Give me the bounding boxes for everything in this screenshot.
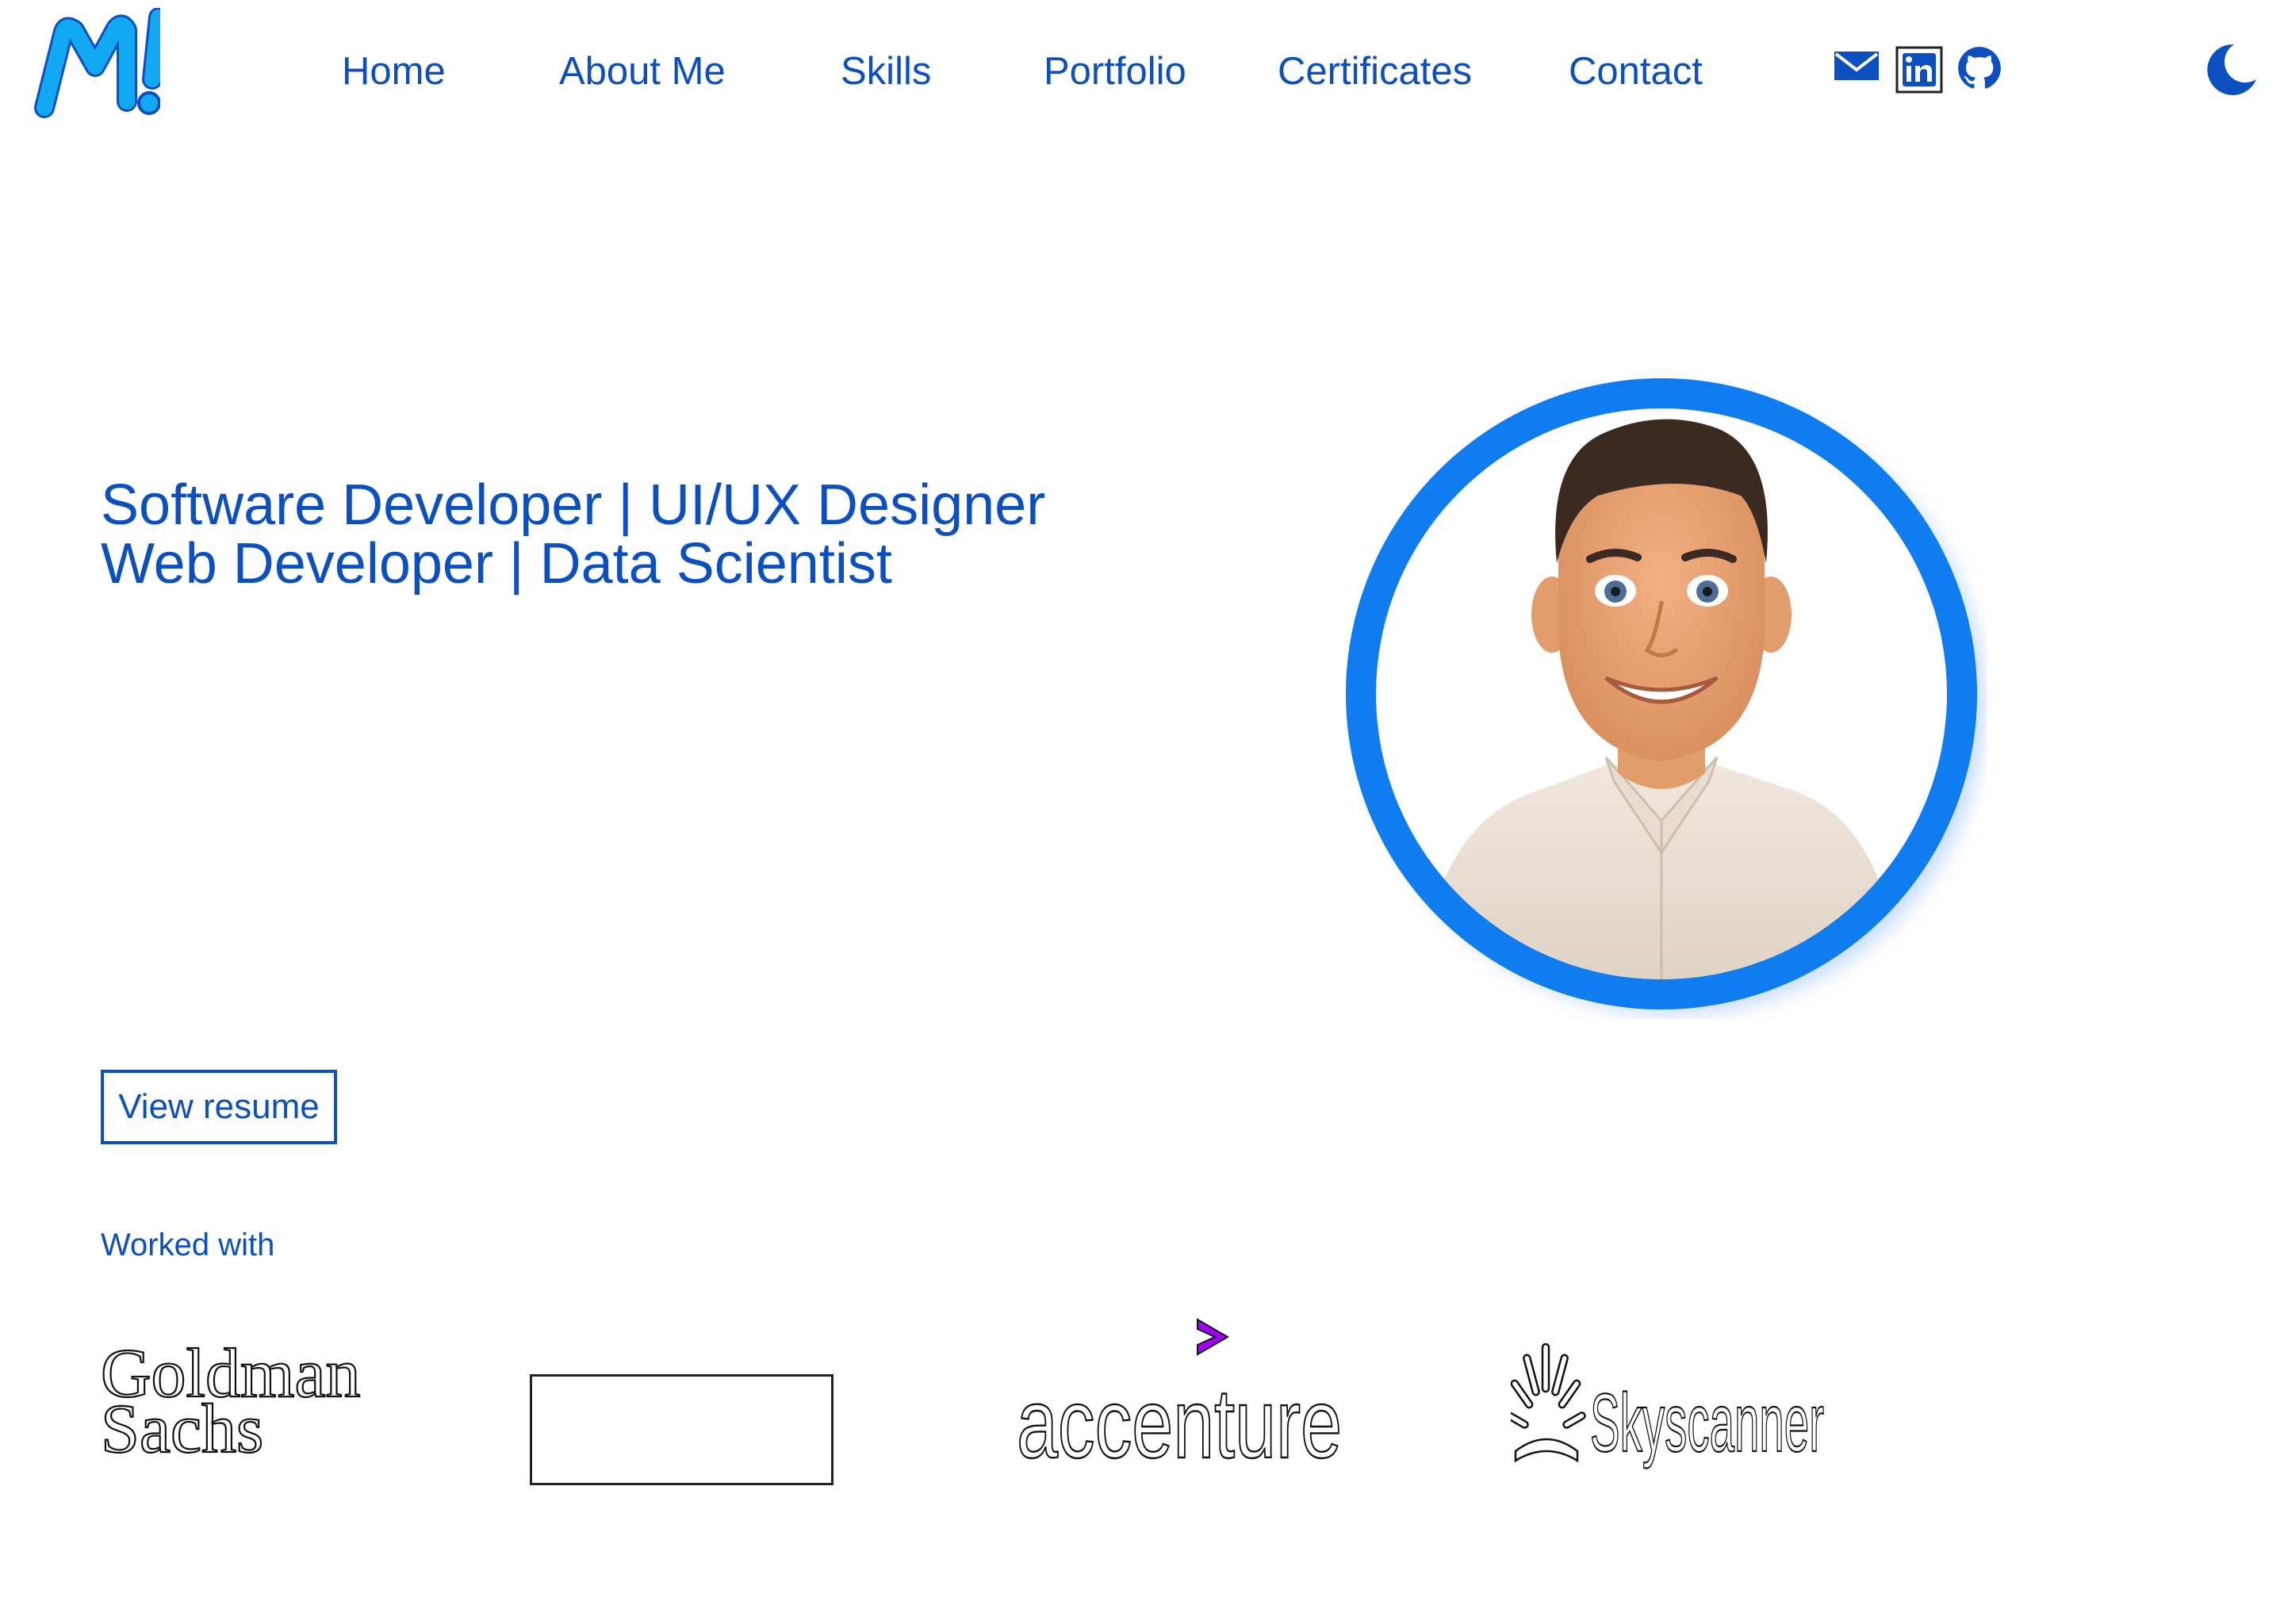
accenture-arrow-icon: [1197, 1318, 1229, 1356]
nav-home[interactable]: Home: [342, 46, 446, 97]
worked-with-label: Worked with: [101, 1228, 275, 1262]
skyscanner-sunrise-icon: [1511, 1342, 1586, 1463]
goldman-sachs-logo: Goldman Sachs: [100, 1336, 362, 1463]
page: Home About Me Skills Portfolio Certifica…: [0, 0, 2284, 1624]
profile-avatar: [1346, 378, 1984, 1014]
mail-icon[interactable]: [1834, 49, 1880, 82]
accenture-logo: accenture: [1016, 1318, 1343, 1475]
company-logo-placeholder: [530, 1374, 834, 1485]
linkedin-icon[interactable]: [1895, 46, 1943, 94]
moon-icon[interactable]: [2201, 41, 2258, 98]
hero-title-line-1: Software Developer | UI/UX Designer: [101, 473, 1046, 537]
nav-about-me[interactable]: About Me: [559, 46, 726, 97]
hero-title-line-2: Web Developer | Data Scientist: [101, 532, 892, 596]
skyscanner-logo: Skyscanner: [1511, 1342, 1825, 1470]
accenture-wordmark: accenture: [1017, 1369, 1342, 1475]
view-resume-button[interactable]: View resume: [101, 1070, 337, 1144]
github-icon[interactable]: [1957, 46, 2002, 90]
skyscanner-wordmark: Skyscanner: [1590, 1377, 1824, 1469]
nav-skills[interactable]: Skills: [841, 46, 931, 97]
nav-contact[interactable]: Contact: [1569, 46, 1703, 97]
goldman-line-2: Sachs: [101, 1391, 263, 1463]
nav-certificates[interactable]: Certificates: [1278, 46, 1472, 97]
hero-title: Software Developer | UI/UX Designer Web …: [101, 476, 1045, 593]
nav-portfolio[interactable]: Portfolio: [1044, 46, 1186, 97]
site-logo[interactable]: [33, 8, 160, 119]
